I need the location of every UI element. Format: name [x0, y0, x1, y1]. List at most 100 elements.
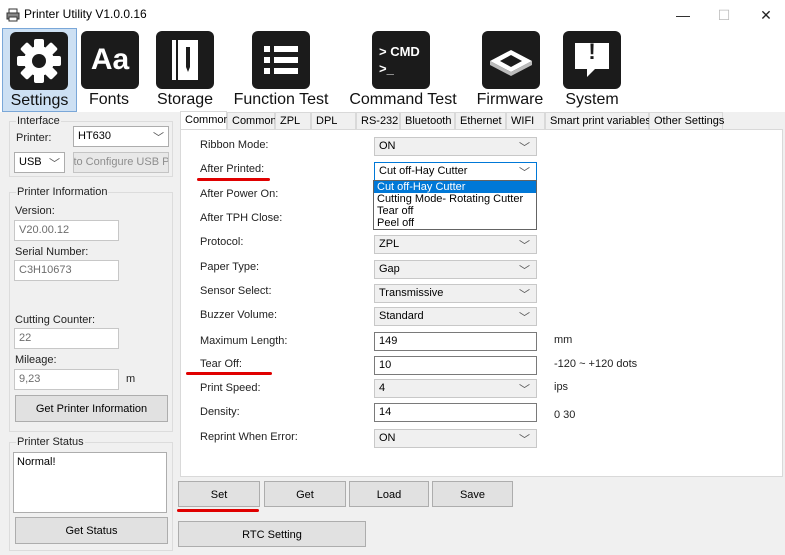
dropdown-option-cutting-mode-rotating-cutter[interactable]: Cutting Mode- Rotating Cutter [374, 193, 536, 205]
toolbar-storage-button[interactable]: Storage [152, 28, 218, 112]
tab-ethernet[interactable]: Ethernet [455, 112, 506, 129]
chevron-down-icon: ﹀ [519, 434, 530, 446]
protocol-label: Protocol: [200, 236, 244, 248]
reprint-when-error-select[interactable]: ON ﹀ [374, 429, 537, 448]
exclamation-message-icon: ! [563, 31, 621, 89]
density-label: Density: [200, 406, 240, 418]
density-input[interactable]: 14 [374, 403, 537, 422]
ribbon-mode-select[interactable]: ON ﹀ [374, 137, 537, 156]
reprint-when-error-label: Reprint When Error: [200, 431, 298, 443]
chevron-down-icon: ﹀ [519, 312, 530, 324]
serial-number-field[interactable]: C3H10673 [14, 260, 119, 281]
print-speed-label: Print Speed: [200, 382, 261, 394]
sensor-select-label: Sensor Select: [200, 285, 272, 297]
dropdown-option-cut-off-hay-cutter[interactable]: Cut off-Hay Cutter [374, 181, 536, 193]
tab-bluetooth[interactable]: Bluetooth [400, 112, 455, 129]
after-power-on-label: After Power On: [200, 188, 279, 200]
chevron-down-icon: ﹀ [519, 167, 530, 179]
toolbar-label: Firmware [476, 91, 544, 108]
buzzer-volume-label: Buzzer Volume: [200, 309, 278, 321]
maximum-length-label: Maximum Length: [200, 335, 288, 347]
after-printed-dropdown-list: Cut off-Hay Cutter Cutting Mode- Rotatin… [373, 180, 537, 230]
serial-number-label: Serial Number: [15, 246, 89, 258]
printer-information-title: Printer Information [16, 186, 109, 198]
tear-off-input[interactable]: 10 [374, 356, 537, 375]
port-select[interactable]: USB ﹀ [14, 152, 65, 173]
after-tph-close-label: After TPH Close: [200, 212, 283, 224]
maximum-length-unit: mm [554, 334, 573, 346]
paper-type-select[interactable]: Gap ﹀ [374, 260, 537, 279]
tab-other-settings[interactable]: Other Settings [649, 112, 724, 129]
chevron-down-icon: ﹀ [519, 240, 530, 252]
density-range: 0 30 [554, 409, 576, 421]
toolbar-function-test-button[interactable]: Function Test [232, 28, 330, 112]
tear-off-label: Tear Off: [200, 358, 242, 370]
after-printed-underline [197, 178, 270, 181]
cutting-counter-label: Cutting Counter: [15, 314, 96, 326]
mileage-label: Mileage: [15, 354, 57, 366]
dropdown-option-peel-off[interactable]: Peel off [374, 217, 536, 229]
set-button-underline [177, 509, 259, 512]
tab-common-2[interactable]: Common [227, 112, 277, 129]
dropdown-option-tear-off[interactable]: Tear off [374, 205, 536, 217]
version-field[interactable]: V20.00.12 [14, 220, 119, 241]
toolbar-fonts-button[interactable]: Aa Fonts [78, 28, 140, 112]
get-status-button[interactable]: Get Status [15, 517, 168, 544]
get-button[interactable]: Get [264, 481, 346, 507]
buzzer-volume-select[interactable]: Standard ﹀ [374, 307, 537, 326]
print-speed-select[interactable]: 4 ﹀ [374, 379, 537, 398]
get-printer-information-button[interactable]: Get Printer Information [15, 395, 168, 422]
interface-group-title: Interface [16, 115, 61, 127]
toolbar-label: Command Test [349, 91, 457, 108]
toolbar-system-button[interactable]: ! System [560, 28, 624, 112]
chevron-down-icon: ﹀ [519, 265, 530, 277]
mileage-field[interactable]: 9,23 [14, 369, 119, 390]
tab-dpl[interactable]: DPL [311, 112, 356, 129]
toolbar-label: System [565, 91, 619, 108]
command-prompt-icon: > CMD >_ [372, 31, 430, 89]
toolbar-label: Fonts [88, 91, 129, 108]
toolbar-label: Settings [10, 92, 69, 109]
tab-wifi[interactable]: WIFI [506, 112, 545, 129]
printer-status-text[interactable]: Normal! [13, 452, 167, 513]
chevron-down-icon: ﹀ [49, 158, 60, 170]
after-printed-label: After Printed: [200, 163, 265, 175]
printer-app-icon [6, 8, 20, 22]
auto-configure-usb-button[interactable]: Auto Configure USB Pc [73, 152, 169, 173]
gear-icon [10, 32, 68, 90]
chevron-down-icon: ﹀ [519, 142, 530, 154]
set-button[interactable]: Set [178, 481, 260, 507]
storage-notebook-icon [156, 31, 214, 89]
toolbar-command-test-button[interactable]: > CMD >_ Command Test [346, 28, 460, 112]
printer-select[interactable]: HT630 ﹀ [73, 126, 169, 147]
minimize-button[interactable]: — [673, 6, 693, 24]
toolbar-settings-button[interactable]: Settings [2, 28, 77, 112]
tab-common[interactable]: Common [180, 111, 230, 129]
chevron-down-icon: ﹀ [153, 132, 164, 144]
tab-rs-232[interactable]: RS-232 [356, 112, 400, 129]
list-icon [252, 31, 310, 89]
window-title: Printer Utility V1.0.0.16 [24, 7, 147, 21]
chip-icon [482, 31, 540, 89]
chevron-down-icon: ﹀ [519, 289, 530, 301]
maximum-length-input[interactable]: 149 [374, 332, 537, 351]
printer-status-title: Printer Status [16, 436, 85, 448]
chevron-down-icon: ﹀ [519, 384, 530, 396]
toolbar-label: Storage [156, 91, 214, 108]
after-printed-select[interactable]: Cut off-Hay Cutter ﹀ [374, 162, 537, 181]
tear-off-underline [186, 372, 272, 375]
toolbar-label: Function Test [233, 91, 329, 108]
maximize-button[interactable]: ☐ [714, 6, 734, 24]
protocol-select[interactable]: ZPL ﹀ [374, 235, 537, 254]
version-label: Version: [15, 205, 55, 217]
close-button[interactable]: ✕ [756, 6, 776, 24]
tab-zpl[interactable]: ZPL [275, 112, 311, 129]
rtc-setting-button[interactable]: RTC Setting [178, 521, 366, 547]
tab-smart-print-variables[interactable]: Smart print variables [545, 112, 651, 129]
cutting-counter-field[interactable]: 22 [14, 328, 119, 349]
sensor-select-select[interactable]: Transmissive ﹀ [374, 284, 537, 303]
load-button[interactable]: Load [349, 481, 429, 507]
print-speed-unit: ips [554, 381, 569, 393]
toolbar-firmware-button[interactable]: Firmware [474, 28, 546, 112]
save-button[interactable]: Save [432, 481, 513, 507]
